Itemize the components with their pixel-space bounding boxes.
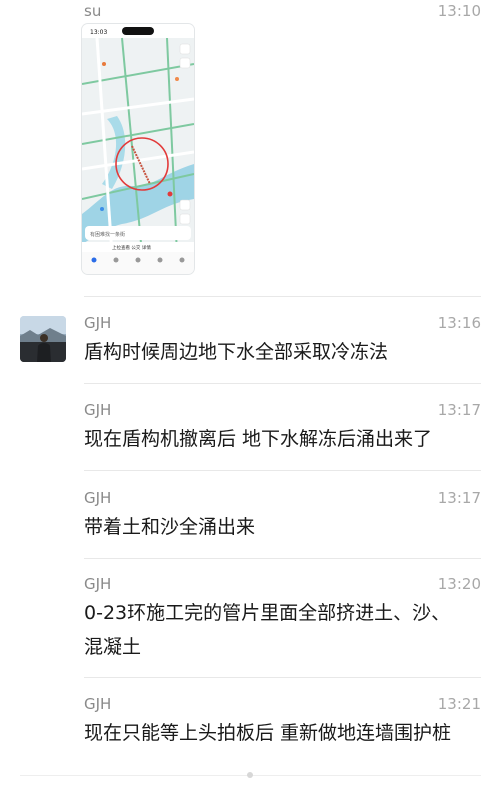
message-image: su 13:10 13:03 有困难找一条街 上拉查看 公交 详情 xyxy=(0,0,501,290)
status-time: 13:03 xyxy=(90,29,107,36)
map-search-placeholder: 有困难找一条街 xyxy=(90,231,125,238)
message-separator xyxy=(84,470,481,471)
message-time: 13:10 xyxy=(437,2,481,20)
message-text-line1: 0-23环施工完的管片里面全部挤进土、沙、 xyxy=(84,602,451,624)
list-end-dot xyxy=(247,772,253,778)
message-time: 13:16 xyxy=(437,314,481,332)
message-separator xyxy=(84,383,481,384)
message: GJH 13:21 现在只能等上头拍板后 重新做地连墙围护桩 xyxy=(0,686,501,766)
message-text: 盾构时候周边地下水全部采取冷冻法 xyxy=(84,341,389,363)
avatar[interactable] xyxy=(20,316,66,362)
message: GJH 13:17 现在盾构机撤离后 地下水解冻后涌出来了 xyxy=(0,392,501,470)
sender-name: GJH xyxy=(84,314,112,332)
message-text-line2: 混凝土 xyxy=(84,636,142,658)
message-text: 现在只能等上头拍板后 重新做地连墙围护桩 xyxy=(84,722,452,744)
message-time: 13:17 xyxy=(437,401,481,419)
message-separator xyxy=(84,558,481,559)
sender-name: GJH xyxy=(84,575,112,593)
message-time: 13:17 xyxy=(437,489,481,507)
message-text: 现在盾构机撤离后 地下水解冻后涌出来了 xyxy=(84,428,433,450)
message-separator xyxy=(84,296,481,297)
dynamic-island xyxy=(122,27,154,35)
sender-name: su xyxy=(84,2,102,20)
sender-name: GJH xyxy=(84,401,112,419)
message: GJH 13:17 带着土和沙全涌出来 xyxy=(0,480,501,558)
message-text: 带着土和沙全涌出来 xyxy=(84,516,256,538)
sender-name: GJH xyxy=(84,695,112,713)
message-separator xyxy=(84,677,481,678)
message: GJH 13:20 0-23环施工完的管片里面全部挤进土、沙、 混凝土 xyxy=(0,566,501,678)
message: GJH 13:16 盾构时候周边地下水全部采取冷冻法 xyxy=(0,305,501,383)
message-time: 13:20 xyxy=(437,575,481,593)
map-banner: 上拉查看 公交 详情 xyxy=(112,244,151,251)
shared-map-screenshot[interactable]: 13:03 有困难找一条街 上拉查看 公交 详情 xyxy=(82,24,194,274)
message-time: 13:21 xyxy=(437,695,481,713)
sender-name: GJH xyxy=(84,489,112,507)
